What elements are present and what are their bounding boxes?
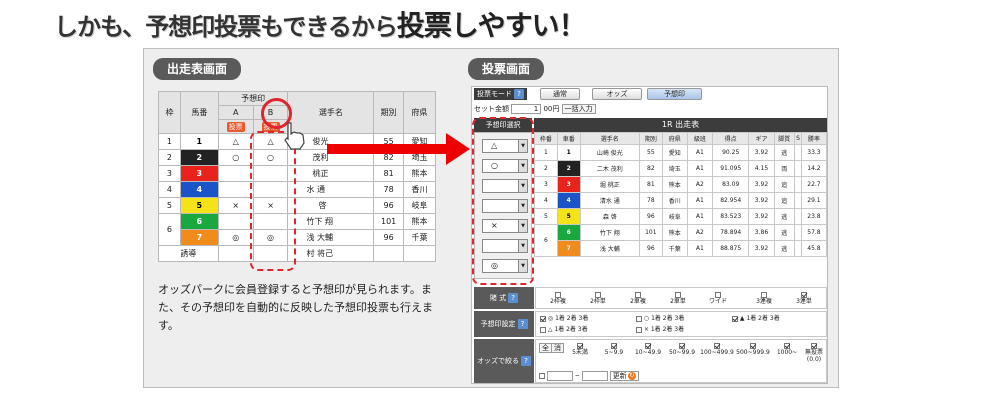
vote-screen: 投票モード? 通常 オッズ 予想印 セット金額 1 00円 一括入力 予想印選択…: [471, 86, 828, 384]
bet-type-option[interactable]: 2車複: [620, 291, 656, 305]
odds-range-option[interactable]: 500~999.9: [736, 342, 770, 356]
odds-range-option[interactable]: 10~49.9: [632, 342, 664, 356]
col-yoso-a: A: [217, 105, 254, 120]
help-icon[interactable]: ?: [517, 319, 528, 329]
mode-yoso-button[interactable]: 予想印: [647, 88, 702, 100]
table-row: 55森 啓 96 岐阜 A1 83.523 3.92 逃 23.8: [534, 208, 828, 225]
help-icon[interactable]: ?: [521, 356, 531, 366]
entry-table: 枠 馬番 予想印 選手名 期別 府県 A B 投票 投票 1 1 △ △ 俊光 …: [158, 91, 436, 262]
bet-unit: 00円: [543, 105, 560, 113]
yoso-setting-section: 予想印設定? ◎ 1着 2着 3着 ○ 1着 2着 3着 ▲ 1着 2着 3着 …: [474, 311, 827, 337]
col-period: 期別: [373, 91, 405, 134]
bet-type-option[interactable]: ワイド: [700, 291, 736, 305]
yoso-setting-taikou[interactable]: ○ 1着 2着 3着: [636, 315, 684, 322]
odds-range-option[interactable]: 50~99.9: [666, 342, 698, 356]
yoso-dashed-box: [472, 117, 534, 285]
odds-range-option[interactable]: 100~499.9: [700, 342, 734, 356]
odds-custom-row: ~ 更新 ↻: [539, 371, 639, 381]
bet-type-option[interactable]: 3連単: [786, 291, 822, 305]
yoso-setting-hoshi[interactable]: × 1着 2着 3着: [636, 326, 684, 333]
bet-type-option[interactable]: 3連複: [746, 291, 782, 305]
table-row: 誘導 村 将己: [158, 245, 436, 262]
col-waku: 枠: [158, 91, 181, 134]
table-row: 1 1 山崎 俊光 55 愛知 A1 90.25 3.92 逃 33.3: [534, 144, 828, 161]
odds-max-input[interactable]: [581, 371, 608, 381]
race-table: 枠番 車番 選手名 期別 府県 級班 得点 ギア 脚質 S 勝率 1 1 山崎 俊光…: [534, 132, 828, 257]
arrow-icon: [446, 133, 470, 165]
bet-type-option[interactable]: 2車単: [660, 291, 696, 305]
odds-custom-check[interactable]: [539, 373, 545, 379]
bet-label: セット金額: [474, 105, 509, 113]
headline: しかも、予想印投票もできるから投票しやすい！: [54, 4, 587, 44]
yoso-setting-label: 予想印設定?: [474, 311, 534, 337]
screenshot-panel: 出走表画面 投票画面 枠 馬番 予想印 選手名 期別 府県 A B 投票 投票: [143, 48, 839, 388]
headline-emph: 投票しやすい！: [396, 9, 587, 42]
odds-range-option[interactable]: 無投票(0.0): [802, 342, 826, 363]
col-pref: 府県: [403, 91, 436, 134]
bet-type-option[interactable]: 2枠複: [540, 291, 576, 305]
odds-min-input[interactable]: [546, 371, 573, 381]
help-icon[interactable]: ?: [514, 89, 524, 99]
table-row: 7浅 大輔 96 千葉 A1 88.875 3.92 逃 45.8: [535, 240, 828, 257]
table-row: 4 4 水 通 78 香川: [158, 181, 436, 198]
help-icon[interactable]: ?: [508, 293, 519, 303]
odds-filter-label: オッズで絞る?: [474, 339, 534, 383]
left-tag: 出走表画面: [153, 58, 242, 80]
mode-normal-button[interactable]: 通常: [540, 88, 580, 100]
arrow-body: [327, 144, 450, 154]
odds-filter-section: オッズで絞る? 全 消 5未満 5~9.9 10~49.9 50~99.9 10…: [474, 339, 827, 383]
mode-bar: 投票モード? 通常 オッズ 予想印: [472, 87, 827, 101]
table-row: 6 6 竹下 翔 101 熊本: [158, 213, 436, 246]
refresh-icon: ↻: [627, 372, 636, 380]
table-row: 5 5 × × 啓 96 岐阜: [158, 197, 436, 214]
mode-odds-button[interactable]: オッズ: [592, 88, 642, 100]
mode-label: 投票モード?: [474, 88, 527, 100]
odds-range-option[interactable]: 5~9.9: [598, 342, 630, 356]
bet-row: セット金額 1 00円 一括入力: [474, 104, 596, 114]
pointer-hand-icon: [284, 122, 305, 150]
bet-type-option[interactable]: 2枠単: [580, 291, 616, 305]
odds-range-option[interactable]: 5未満: [564, 342, 596, 356]
table-row: 7 ◎ ◎ 浅 大輔 96 千葉: [159, 229, 436, 246]
highlight-dashed-box: [250, 131, 296, 271]
right-tag: 投票画面: [468, 58, 545, 80]
table-row: 4 4 清水 通 78 香川 A1 82.954 3.92 追 29.1: [534, 192, 828, 209]
odds-clear-button[interactable]: 消: [551, 343, 564, 353]
description-text: オッズパークに会員登録すると予想印が見られます。また、その予想印を自動的に反映し…: [158, 283, 433, 332]
yoso-setting-tanana[interactable]: ▲ 1着 2着 3着: [732, 315, 780, 322]
yoso-setting-honmei[interactable]: ◎ 1着 2着 3着: [540, 315, 588, 322]
vote-a-button[interactable]: 投票: [226, 121, 245, 132]
bulk-input-button[interactable]: 一括入力: [561, 104, 596, 114]
yoso-setting-renka[interactable]: △ 1着 2着 3着: [540, 326, 588, 333]
headline-main: しかも、予想印投票もできるから: [54, 13, 398, 41]
odds-update-button[interactable]: 更新 ↻: [609, 371, 639, 381]
table-row: 33堀 桃正 81 熊本 A2 83.09 3.92 追 22.7: [534, 176, 828, 193]
race-title: 1R 出走表: [534, 118, 827, 132]
table-row: 2 2 二木 茂利 82 埼玉 A1 91.095 4.15 両 14.2: [534, 160, 828, 177]
bet-type-section: 賭 式? 2枠複 2枠単 2車複 2車単 ワイド 3連複 3連単: [474, 287, 827, 309]
odds-range-option[interactable]: 1000~: [772, 342, 802, 356]
bet-type-label: 賭 式?: [474, 287, 534, 309]
table-row: 3 3 桃正 81 熊本: [158, 165, 436, 182]
col-umaban: 馬番: [179, 91, 219, 134]
bet-amount-input[interactable]: 1: [511, 104, 542, 114]
table-row: 6 6 竹下 翔 101 熊本 A2 78.894 3.86 逃 57.8: [534, 224, 828, 257]
